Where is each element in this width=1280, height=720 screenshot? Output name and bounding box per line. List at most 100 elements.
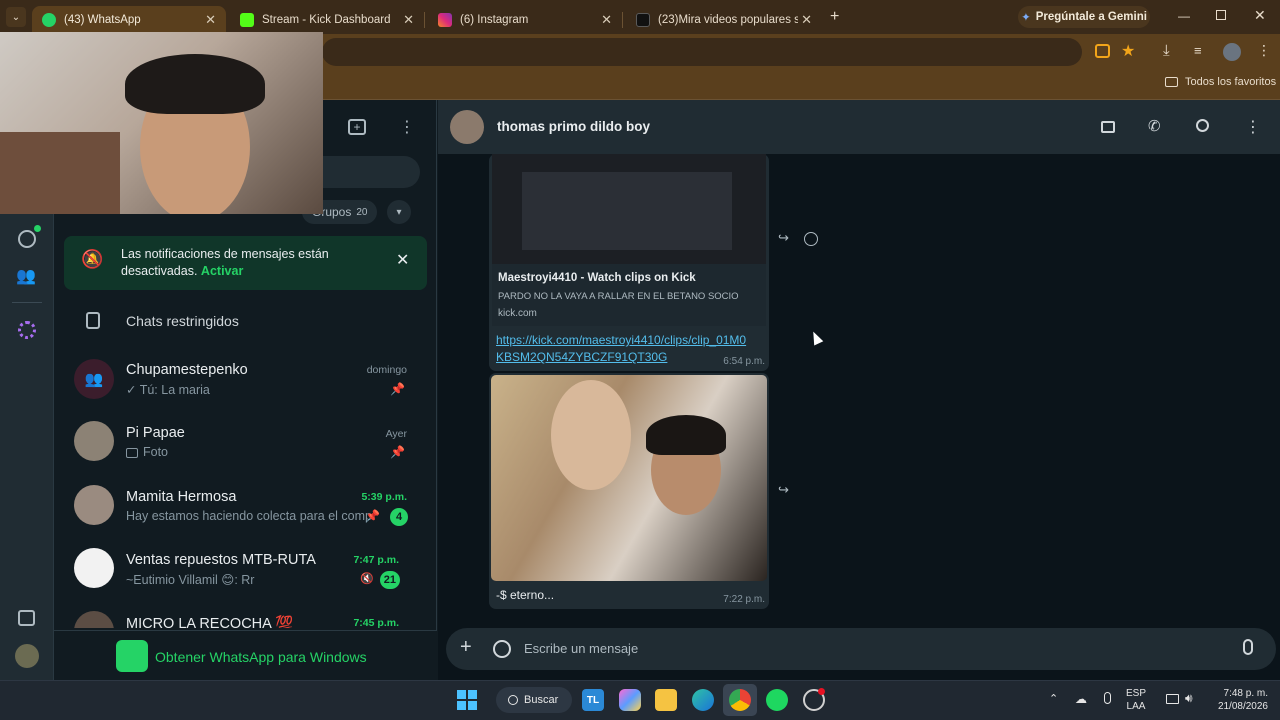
photo-message-bubble[interactable]: -$ eterno... 7:22 p.m. [489, 373, 769, 609]
link-title: Maestroyi4410 - Watch clips on Kick [498, 272, 696, 284]
new-tab-button[interactable]: + [830, 8, 839, 26]
whatsapp-logo-icon [116, 640, 148, 672]
tray-chevron-icon[interactable]: ⌃ [1049, 692, 1058, 705]
chat-row[interactable]: Ventas repuestos MTB-RUTA ~Eutimio Villa… [54, 539, 429, 599]
browser-menu-icon[interactable]: ⋮ [1257, 42, 1271, 59]
chat-preview: Foto [143, 445, 169, 459]
bookmark-star-icon[interactable]: ★ [1121, 41, 1135, 61]
chat-name: Chupamestepenko [126, 362, 248, 378]
media-gallery-icon[interactable] [18, 610, 35, 626]
tab-whatsapp[interactable]: (43) WhatsApp ✕ [32, 6, 226, 34]
message-time: 7:22 p.m. [723, 594, 765, 605]
taskbar-search[interactable]: Buscar [496, 687, 572, 713]
download-icon[interactable]: ⤓ [1163, 42, 1170, 59]
tab-search-button[interactable]: ⌄ [6, 7, 26, 27]
menu-icon[interactable]: ⋮ [399, 117, 415, 137]
status-icon[interactable] [18, 230, 36, 248]
pin-icon: 📌 [390, 445, 405, 459]
chat-row[interactable]: Pi Papae Foto Ayer 📌 [54, 413, 429, 473]
attach-plus-icon[interactable]: + [460, 636, 472, 659]
chat-row[interactable]: 👥 Chupamestepenko ✓ Tú: La maria domingo… [54, 350, 429, 410]
close-window-button[interactable]: ✕ [1254, 7, 1266, 24]
close-tab-icon[interactable]: ✕ [601, 12, 612, 28]
network-off-icon[interactable]: ☁ [1075, 692, 1087, 706]
display-icon[interactable] [1166, 694, 1179, 704]
notification-text: Las notificaciones de mensajes están des… [121, 247, 329, 278]
restore-button[interactable] [1216, 10, 1226, 20]
search-icon[interactable] [1196, 119, 1209, 132]
chat-time: 5:39 p.m. [361, 491, 407, 503]
contact-avatar[interactable] [450, 110, 484, 144]
voice-call-icon[interactable]: ✆ [1148, 117, 1161, 135]
webcam-overlay [0, 32, 323, 214]
tiktok-favicon-icon [636, 13, 650, 27]
microphone-icon[interactable] [1243, 639, 1253, 655]
meta-ai-icon[interactable] [18, 321, 36, 339]
user-avatar[interactable] [15, 644, 39, 668]
close-banner-icon[interactable]: ✕ [396, 250, 409, 270]
language-indicator[interactable]: ESP LAA [1126, 687, 1146, 713]
new-chat-icon[interactable]: + [348, 119, 366, 135]
close-tab-icon[interactable]: ✕ [801, 12, 812, 28]
copilot-icon[interactable] [619, 689, 641, 711]
contact-avatar [74, 421, 114, 461]
edge-icon[interactable] [692, 689, 714, 711]
tab-tiktok[interactable]: (23)Mira videos populares selec ✕ [626, 6, 822, 34]
tl-app-icon[interactable]: TL [582, 689, 604, 711]
status-dot [34, 225, 41, 232]
activate-link[interactable]: Activar [201, 264, 243, 278]
address-bar[interactable] [322, 38, 1082, 66]
get-app-banner[interactable]: Obtener WhatsApp para Windows [54, 630, 437, 680]
restricted-chats-row[interactable]: Chats restringidos [54, 302, 429, 342]
install-app-icon[interactable] [1095, 44, 1110, 58]
filter-more-button[interactable]: ▾ [387, 200, 411, 224]
message-time: 6:54 p.m. [723, 356, 765, 367]
contact-avatar [74, 611, 114, 628]
kick-favicon-icon [240, 13, 254, 27]
bookmarks-folder[interactable]: Todos los favoritos [1165, 76, 1276, 88]
chat-row[interactable]: Mamita Hermosa Hay estamos haciendo cole… [54, 476, 429, 536]
link-preview-card[interactable]: Maestroyi4410 - Watch clips on Kick PARD… [492, 264, 766, 326]
communities-icon[interactable]: 👥 [16, 266, 36, 286]
link-domain: kick.com [498, 308, 537, 319]
forward-icon[interactable]: ↪ [778, 230, 789, 246]
contact-name[interactable]: thomas primo dildo boy [497, 119, 650, 134]
tab-kick[interactable]: Stream - Kick Dashboard ✕ [230, 6, 425, 34]
microphone-tray-icon[interactable] [1104, 692, 1111, 704]
chat-row[interactable]: MICRO LA RECOCHA 💯 7:45 p.m. [54, 602, 429, 628]
close-tab-icon[interactable]: ✕ [403, 12, 414, 28]
instagram-favicon-icon [438, 13, 452, 27]
tab-instagram[interactable]: (6) Instagram ✕ [428, 6, 623, 34]
chat-preview: Hay estamos haciendo colecta para el com… [126, 509, 371, 523]
profile-avatar[interactable] [1223, 43, 1241, 61]
pin-icon: 📌 [390, 382, 405, 396]
notification-dot [818, 688, 825, 695]
link-message-bubble[interactable]: Maestroyi4410 - Watch clips on Kick PARD… [489, 154, 769, 371]
unread-badge: 21 [379, 571, 400, 589]
pin-icon: 📌 [365, 509, 380, 523]
sticker-icon[interactable] [493, 640, 511, 658]
photo-image[interactable] [491, 375, 767, 581]
chat-time: domingo [366, 364, 407, 376]
media-control-icon[interactable]: ≡ [1194, 43, 1202, 58]
clock[interactable]: 7:48 p. m. 21/08/2026 [1208, 687, 1268, 713]
gemini-button[interactable]: ✦ Pregúntale a Gemini [1018, 6, 1150, 28]
spotify-icon[interactable] [766, 689, 788, 711]
minimize-button[interactable]: — [1178, 9, 1190, 23]
chat-time: Ayer [385, 428, 407, 440]
emoji-react-icon[interactable] [804, 232, 818, 246]
video-call-icon[interactable] [1101, 121, 1115, 133]
close-tab-icon[interactable]: ✕ [205, 12, 216, 28]
whatsapp-favicon-icon [42, 13, 56, 27]
forward-icon[interactable]: ↪ [778, 482, 789, 498]
folder-icon [1165, 77, 1178, 87]
chat-menu-icon[interactable]: ⋮ [1245, 117, 1261, 137]
file-explorer-icon[interactable] [655, 689, 677, 711]
volume-icon[interactable]: 🔊︎ [1185, 691, 1193, 706]
browser-tab-bar: ⌄ (43) WhatsApp ✕ Stream - Kick Dashboar… [0, 0, 1280, 34]
chat-name: Ventas repuestos MTB-RUTA [126, 552, 316, 568]
message-input[interactable]: Escribe un mensaje [524, 641, 638, 656]
chrome-icon[interactable] [729, 689, 751, 711]
start-button[interactable] [457, 690, 477, 710]
message-link[interactable]: https://kick.com/maestroyi4410/clips/cli… [496, 332, 746, 366]
